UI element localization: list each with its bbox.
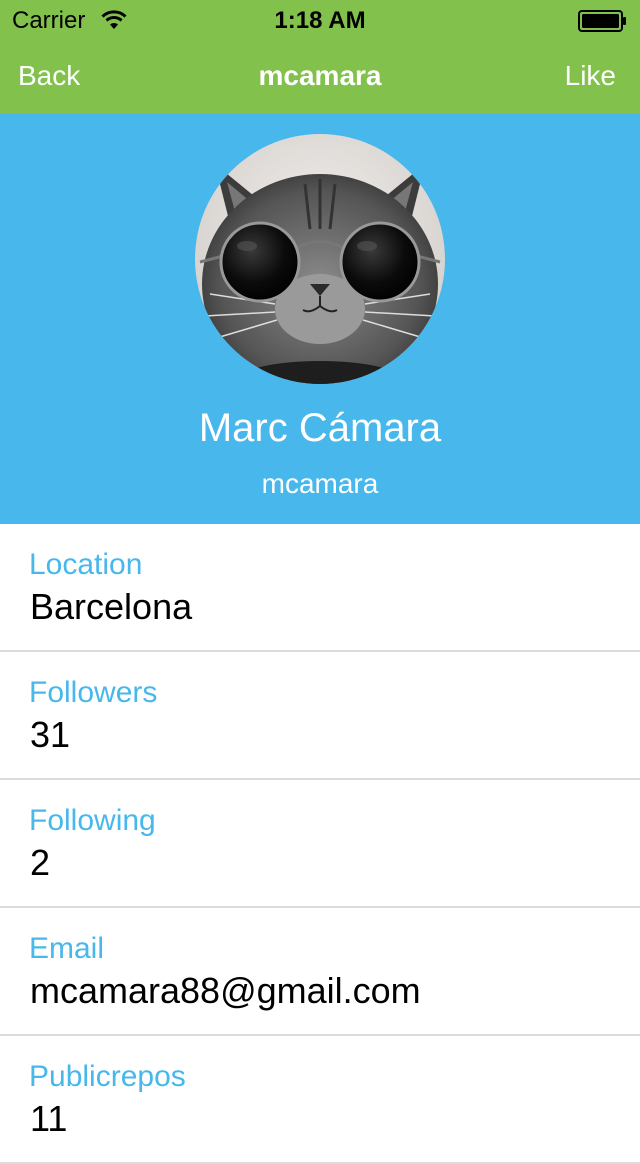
detail-value: Barcelona xyxy=(30,586,193,627)
detail-row-location: Location Barcelona xyxy=(0,524,640,652)
detail-label: Followers xyxy=(29,676,158,709)
battery-icon xyxy=(578,10,626,32)
like-button[interactable]: Like xyxy=(565,60,616,92)
detail-label: Email xyxy=(29,932,105,965)
avatar xyxy=(195,134,445,384)
nav-title: mcamara xyxy=(258,60,382,91)
cat-avatar-image xyxy=(195,134,445,384)
top-bar: Carrier 1:18 AM Back mcamara Like xyxy=(0,0,640,114)
detail-label: Following xyxy=(29,804,156,837)
detail-row-email: Email mcamara88@gmail.com xyxy=(0,908,640,1036)
detail-value: 2 xyxy=(30,842,51,883)
detail-value: 31 xyxy=(30,714,71,755)
detail-value: mcamara88@gmail.com xyxy=(30,970,421,1011)
status-bar: Carrier 1:18 AM xyxy=(0,0,640,40)
detail-row-publicrepos: Publicrepos 11 xyxy=(0,1036,640,1164)
detail-label: Publicrepos xyxy=(29,1060,186,1093)
profile-full-name: Marc Cámara xyxy=(198,406,442,450)
back-button[interactable]: Back xyxy=(18,60,80,92)
details-list: Location Barcelona Followers 31 Followin… xyxy=(0,524,640,1164)
detail-label: Location xyxy=(29,548,143,581)
status-time: 1:18 AM xyxy=(274,7,366,34)
profile-username: mcamara xyxy=(261,468,379,499)
detail-row-followers: Followers 31 xyxy=(0,652,640,780)
profile-header: Marc Cámara mcamara xyxy=(0,114,640,524)
detail-value: 11 xyxy=(30,1098,68,1139)
detail-row-following: Following 2 xyxy=(0,780,640,908)
navigation-bar: Back mcamara Like xyxy=(0,40,640,114)
